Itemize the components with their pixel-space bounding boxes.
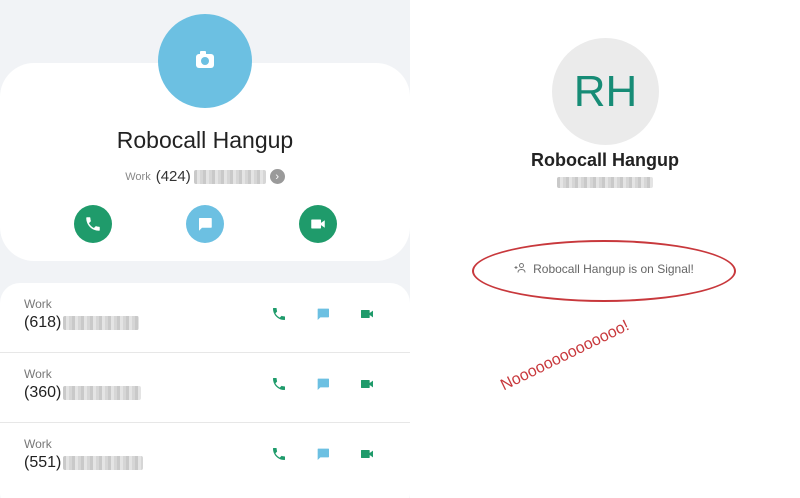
list-item[interactable]: Work (551) <box>0 423 410 491</box>
list-item[interactable]: Work (618) <box>0 283 410 351</box>
number-value: (551) <box>24 454 144 472</box>
primary-phone[interactable]: Work (424) › <box>0 168 410 185</box>
annotation-text: Noooooooooooooo! <box>498 317 632 395</box>
signal-contact-name: Robocall Hangup <box>531 150 679 170</box>
number-label: Work <box>24 297 52 311</box>
redacted-number <box>193 169 266 184</box>
highlight-ellipse <box>472 240 736 302</box>
video-icon <box>311 219 325 229</box>
contact-photo[interactable] <box>158 14 252 108</box>
message-icon[interactable] <box>314 445 332 463</box>
number-prefix: (360) <box>24 384 62 401</box>
number-prefix: (551) <box>24 454 62 471</box>
message-button[interactable] <box>186 205 224 243</box>
number-value: (360) <box>24 384 142 402</box>
phone-icon[interactable] <box>270 445 288 463</box>
phone-icon <box>86 217 100 231</box>
contact-details-panel: Robocall Hangup Work (424) › Work (618) <box>0 0 410 498</box>
number-prefix: (618) <box>24 314 62 331</box>
avatar[interactable]: RH <box>552 38 659 145</box>
list-item[interactable]: Work (360) <box>0 353 410 421</box>
video-icon[interactable] <box>358 445 376 463</box>
camera-icon <box>196 51 214 68</box>
redacted-number <box>63 456 144 470</box>
message-icon[interactable] <box>314 305 332 323</box>
call-button[interactable] <box>74 205 112 243</box>
redacted-number <box>557 177 653 188</box>
message-icon[interactable] <box>314 375 332 393</box>
chevron-right-icon[interactable]: › <box>269 169 285 184</box>
phone-icon[interactable] <box>270 305 288 323</box>
signal-conversation-panel: RH Robocall Hangup Robocall Hangup is on… <box>410 0 800 498</box>
number-value: (618) <box>24 314 140 332</box>
message-icon <box>199 218 212 231</box>
primary-phone-prefix: (424) <box>155 168 191 185</box>
primary-phone-label: Work <box>125 170 151 183</box>
video-icon[interactable] <box>358 305 376 323</box>
video-call-button[interactable] <box>299 205 337 243</box>
redacted-number <box>63 386 142 400</box>
redacted-number <box>63 316 140 330</box>
phone-numbers-list: Work (618) Work (360) Work (551) <box>0 283 410 498</box>
contact-name: Robocall Hangup <box>116 127 294 153</box>
number-label: Work <box>24 367 52 381</box>
number-label: Work <box>24 437 52 451</box>
phone-icon[interactable] <box>270 375 288 393</box>
video-icon[interactable] <box>358 375 376 393</box>
